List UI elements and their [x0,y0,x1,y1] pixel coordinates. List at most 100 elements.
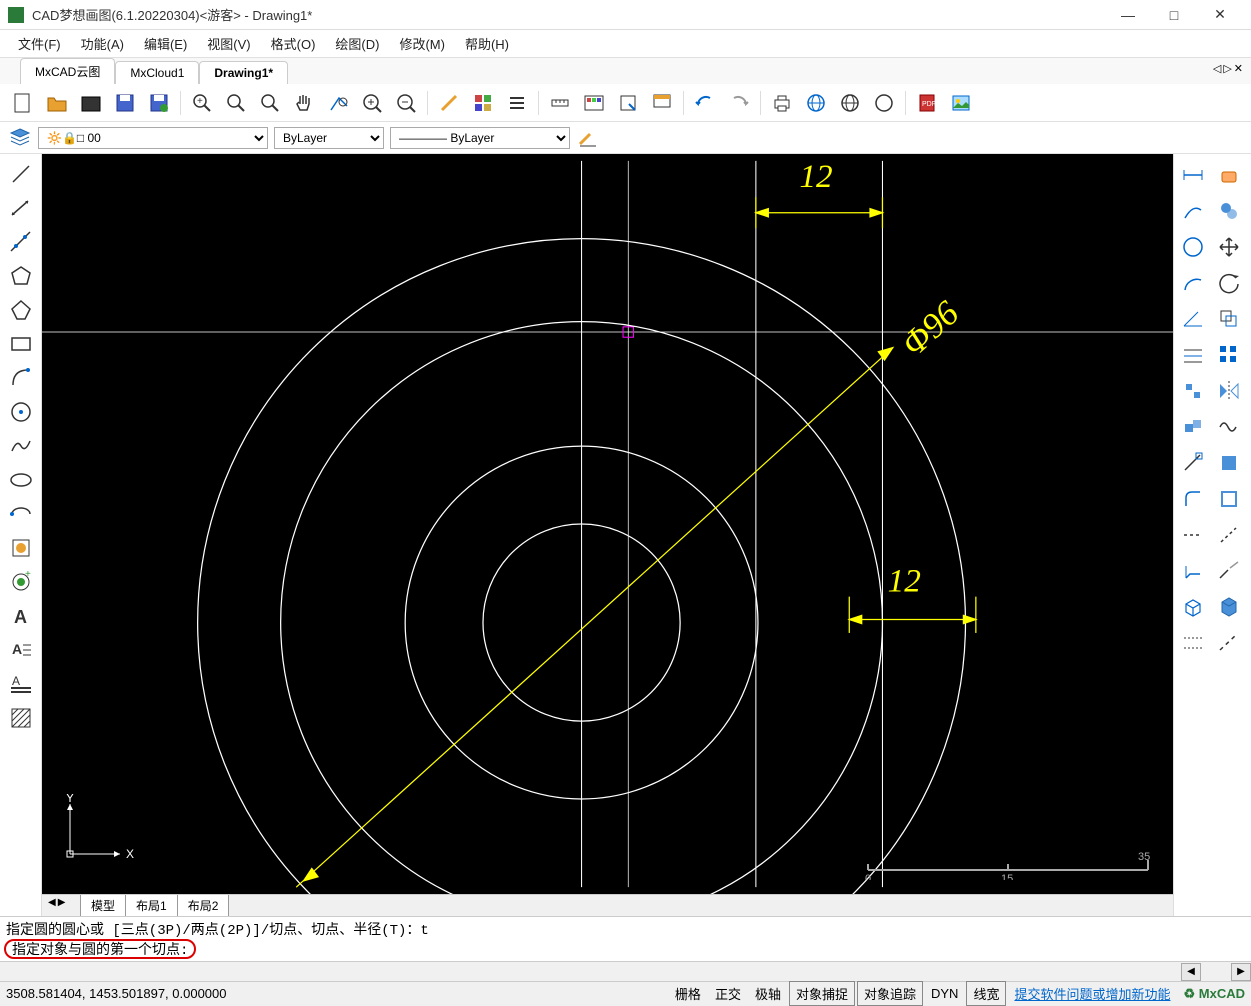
layout-tab-2[interactable]: 布局2 [177,895,230,917]
menu-help[interactable]: 帮助(H) [455,30,519,57]
array-rect-icon[interactable] [1212,338,1246,372]
props-list-icon[interactable] [502,88,532,118]
fillet-icon[interactable] [1176,482,1210,516]
layout-tab-1[interactable]: 布局1 [125,895,178,917]
layer-color-icon[interactable] [579,88,609,118]
redo-icon[interactable] [724,88,754,118]
offset-icon[interactable] [1212,302,1246,336]
dashed2-icon[interactable] [1212,518,1246,552]
layers-icon[interactable] [468,88,498,118]
layout-tab-model[interactable]: 模型 [80,895,126,917]
dim-arc-icon[interactable] [1176,266,1210,300]
scroll-right-icon[interactable]: ▶ [1231,963,1251,981]
scroll-left-icon[interactable]: ◀ [1181,963,1201,981]
status-grid[interactable]: 栅格 [669,982,707,1005]
block-insert-icon[interactable] [5,532,37,564]
chamfer-icon[interactable] [1176,554,1210,588]
line-tool-icon[interactable] [5,158,37,190]
lineweight-select[interactable]: ———— ByLayer [390,127,570,149]
save-as-icon[interactable] [144,88,174,118]
layer-select[interactable]: 🔆🔒□ 00 [38,127,268,149]
web-page-icon[interactable] [869,88,899,118]
hatch-icon[interactable] [5,702,37,734]
new-file-icon[interactable] [8,88,38,118]
drawing-canvas[interactable]: 12 Φ96 12 [42,154,1173,894]
dashed4-icon[interactable] [1212,626,1246,660]
tab-close-icon[interactable]: ✕ [1234,62,1243,75]
save-icon[interactable] [110,88,140,118]
status-dyn[interactable]: DYN [925,984,964,1003]
export-icon[interactable] [647,88,677,118]
menu-view[interactable]: 视图(V) [197,30,260,57]
zoom-window-icon[interactable] [323,88,353,118]
move-icon[interactable] [1212,230,1246,264]
ellipse-tool-icon[interactable] [5,464,37,496]
status-osnap[interactable]: 对象捕捉 [789,981,855,1006]
layout-prev-icon[interactable]: ◀ [48,897,56,908]
block-ring-icon[interactable]: + [5,566,37,598]
menu-draw[interactable]: 绘图(D) [325,30,389,57]
tab-prev-icon[interactable]: ◁ [1213,62,1221,75]
wave-icon[interactable] [1212,410,1246,444]
text-a-icon[interactable]: A [5,600,37,632]
status-otrack[interactable]: 对象追踪 [857,981,923,1006]
block-icon[interactable] [1176,410,1210,444]
dim-angle-icon[interactable] [1176,302,1210,336]
polygon-tool-icon[interactable] [5,260,37,292]
menu-function[interactable]: 功能(A) [71,30,134,57]
zoom-plus-icon[interactable]: + [187,88,217,118]
gradient-icon[interactable] [1176,446,1210,480]
erase-icon[interactable] [1212,158,1246,192]
arc-tool-icon[interactable] [5,362,37,394]
status-lwt[interactable]: 线宽 [966,981,1006,1006]
polyline-tool-icon[interactable] [5,192,37,224]
status-ortho[interactable]: 正交 [709,982,747,1005]
menu-modify[interactable]: 修改(M) [389,30,455,57]
linetype-select[interactable]: ByLayer [274,127,384,149]
mirror-icon[interactable] [1212,374,1246,408]
layer-manager-icon[interactable] [8,126,32,150]
dim-radius-icon[interactable] [1176,230,1210,264]
command-prompt[interactable]: 指定对象与圆的第一个切点: [4,939,196,959]
rect-tool-icon[interactable] [5,328,37,360]
select-rect-icon[interactable] [613,88,643,118]
measure-icon[interactable] [545,88,575,118]
box-3d-icon[interactable] [1176,590,1210,624]
zoom-fit-icon[interactable] [255,88,285,118]
menu-edit[interactable]: 编辑(E) [134,30,197,57]
open-file-icon[interactable] [42,88,72,118]
spline-tool-icon[interactable] [5,430,37,462]
line-draw-icon[interactable] [434,88,464,118]
cylinder-icon[interactable] [1212,590,1246,624]
ellipse-arc-tool-icon[interactable] [5,498,37,530]
break-icon[interactable] [1212,554,1246,588]
menu-format[interactable]: 格式(O) [261,30,326,57]
ordinate-icon[interactable] [1176,374,1210,408]
folder-icon[interactable] [76,88,106,118]
maximize-button[interactable]: □ [1151,0,1197,30]
menu-file[interactable]: 文件(F) [8,30,71,57]
close-button[interactable]: ✕ [1197,0,1243,30]
mtext-icon[interactable]: A [5,634,37,666]
feedback-link[interactable]: 提交软件问题或增加新功能 [1008,982,1176,1005]
doc-tab-mxcloud[interactable]: MxCloud1 [115,61,199,84]
zoom-out-icon[interactable] [391,88,421,118]
dashed-icon[interactable] [1176,518,1210,552]
edit-linetype-icon[interactable] [576,126,600,150]
extend-icon[interactable] [1212,482,1246,516]
pdf-export-icon[interactable]: PDF [912,88,942,118]
undo-icon[interactable] [690,88,720,118]
zoom-in-icon[interactable] [357,88,387,118]
rotate-icon[interactable] [1212,266,1246,300]
copy-icon[interactable] [1212,194,1246,228]
image-icon[interactable] [946,88,976,118]
print-icon[interactable] [767,88,797,118]
pan-hand-icon[interactable] [289,88,319,118]
minimize-button[interactable]: — [1105,0,1151,30]
mtext-line-icon[interactable]: A [5,668,37,700]
circle-tool-icon[interactable] [5,396,37,428]
status-polar[interactable]: 极轴 [749,982,787,1005]
doc-tab-drawing1[interactable]: Drawing1* [199,61,288,84]
globe-icon[interactable] [801,88,831,118]
dim-linear-icon[interactable] [1176,158,1210,192]
